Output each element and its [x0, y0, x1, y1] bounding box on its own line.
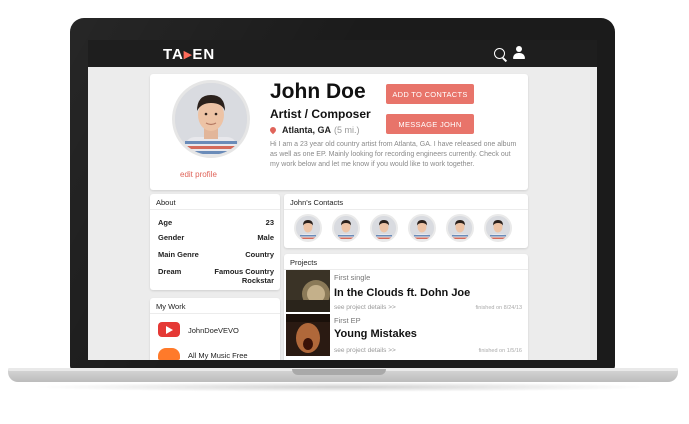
youtube-icon[interactable]	[158, 322, 180, 337]
contact-avatar[interactable]	[446, 214, 474, 242]
contact-avatar[interactable]	[294, 214, 322, 242]
about-title: About	[156, 198, 176, 207]
user-icon[interactable]	[513, 46, 525, 60]
projects-title: Projects	[290, 258, 318, 267]
work-link-youtube[interactable]: JohnDoeVEVO	[188, 326, 239, 335]
edit-profile-link[interactable]: edit profile	[180, 170, 217, 179]
about-value: Country	[245, 250, 274, 259]
profile-name: John Doe	[270, 80, 366, 103]
about-label: Main Genre	[158, 250, 199, 259]
project-date: finished on 8/24/13	[475, 305, 522, 311]
contact-photo	[410, 216, 434, 240]
cover-art-young-mistakes	[286, 314, 330, 356]
about-value: Male	[257, 233, 274, 242]
location-pin-icon	[268, 125, 278, 135]
laptop-shadow	[30, 382, 656, 392]
cover-art-clouds	[286, 270, 330, 312]
project-cover-art[interactable]	[286, 270, 330, 312]
logo-text-right: EN	[192, 46, 216, 63]
user-icon-body	[513, 53, 525, 59]
contact-avatar[interactable]	[408, 214, 436, 242]
about-label: Gender	[158, 233, 185, 242]
project-details-link[interactable]: see project details >>	[334, 347, 396, 354]
contacts-divider	[284, 209, 528, 210]
my-work-title: My Work	[156, 302, 186, 311]
contact-photo	[296, 216, 320, 240]
search-icon[interactable]	[494, 48, 505, 59]
app-screen: TA▸EN edit profile John Doe Artist / Com…	[88, 40, 597, 360]
project-title[interactable]: In the Clouds ft. Dohn Joe	[334, 287, 470, 299]
contact-photo	[486, 216, 510, 240]
about-panel: About Age 23 Gender Male Main Genre Coun…	[150, 194, 280, 290]
about-label: Age	[158, 218, 173, 227]
message-button[interactable]: MESSAGE JOHN	[386, 114, 474, 134]
laptop-notch	[292, 369, 386, 375]
profile-avatar	[172, 80, 250, 158]
projects-panel: Projects First single In the Clouds ft. …	[284, 254, 528, 360]
about-divider	[150, 209, 280, 210]
contact-avatar[interactable]	[332, 214, 360, 242]
location-distance: (5 mi.)	[334, 125, 360, 135]
contact-photo	[334, 216, 358, 240]
about-row-gender: Gender Male	[158, 233, 274, 242]
soundcloud-icon[interactable]	[158, 348, 180, 360]
project-kicker: First single	[334, 273, 371, 282]
my-work-panel: My Work JohnDoeVEVO All My Music Free	[150, 298, 280, 360]
logo-text-left: TA	[163, 46, 184, 63]
about-row-genre: Main Genre Country	[158, 250, 274, 259]
profile-bio: Hi I am a 23 year old country artist fro…	[270, 141, 517, 168]
profile-location: Atlanta, GA (5 mi.)	[268, 125, 360, 135]
contacts-panel: John's Contacts	[284, 194, 528, 248]
avatar-photo	[175, 83, 247, 155]
contact-photo	[448, 216, 472, 240]
about-label: Dream	[158, 267, 182, 276]
project-cover-art[interactable]	[286, 314, 330, 356]
about-row-dream: Dream Famous Country Rockstar	[158, 267, 274, 285]
project-title[interactable]: Young Mistakes	[334, 328, 417, 340]
about-value: 23	[265, 218, 274, 227]
contact-avatar[interactable]	[484, 214, 512, 242]
location-city: Atlanta, GA	[282, 125, 332, 135]
about-value: Famous Country Rockstar	[214, 267, 274, 285]
user-icon-head	[516, 46, 522, 52]
app-logo[interactable]: TA▸EN	[163, 45, 215, 63]
project-date: finished on 1/5/16	[478, 348, 522, 354]
top-navigation-bar: TA▸EN	[88, 40, 597, 67]
add-to-contacts-button[interactable]: ADD TO CONTACTS	[386, 84, 474, 104]
contact-photo	[372, 216, 396, 240]
contacts-title: John's Contacts	[290, 198, 344, 207]
project-kicker: First EP	[334, 316, 361, 325]
about-row-age: Age 23	[158, 218, 274, 227]
my-work-divider	[150, 313, 280, 314]
contact-avatar[interactable]	[370, 214, 398, 242]
work-link-soundcloud[interactable]: All My Music Free	[188, 351, 248, 360]
profile-role: Artist / Composer	[270, 107, 371, 121]
profile-card: edit profile John Doe Artist / Composer …	[150, 74, 528, 190]
project-details-link[interactable]: see project details >>	[334, 304, 396, 311]
